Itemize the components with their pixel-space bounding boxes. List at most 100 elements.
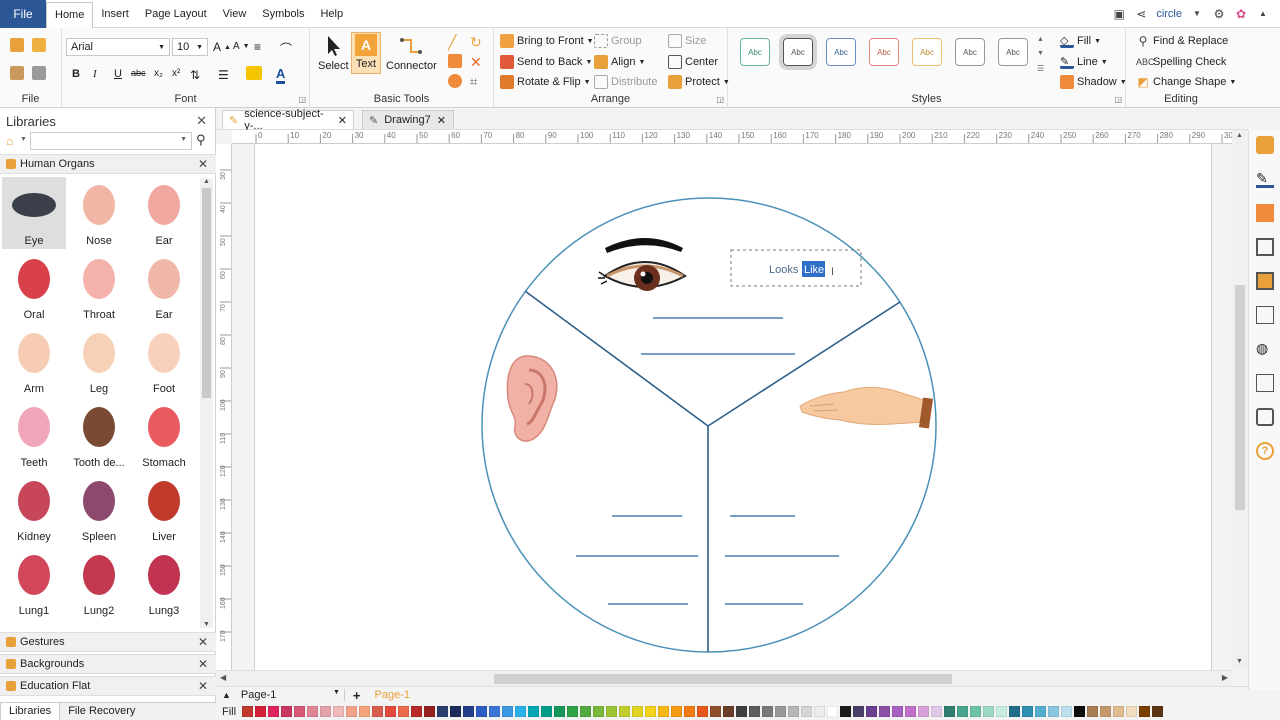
change-shape-button[interactable]: ◩ Change Shape ▼ bbox=[1136, 75, 1236, 89]
color-swatch[interactable] bbox=[775, 706, 787, 717]
color-swatch[interactable] bbox=[801, 706, 813, 717]
style-preset-2[interactable]: Abc bbox=[779, 34, 817, 70]
line-tool-icon[interactable]: ╱ bbox=[448, 34, 456, 51]
color-swatch[interactable] bbox=[1139, 706, 1151, 717]
rotate-flip-button[interactable]: Rotate & Flip ▼ bbox=[500, 75, 591, 89]
style-preset-7[interactable]: Abc bbox=[998, 38, 1028, 66]
library-shape[interactable]: Nose bbox=[67, 177, 131, 249]
category-human-organs[interactable]: Human Organs ✕ bbox=[0, 154, 216, 174]
color-swatch[interactable] bbox=[242, 706, 254, 717]
color-swatch[interactable] bbox=[424, 706, 436, 717]
menu-insert[interactable]: Insert bbox=[93, 0, 137, 28]
color-swatch[interactable] bbox=[853, 706, 865, 717]
color-swatch[interactable] bbox=[723, 706, 735, 717]
library-shape[interactable]: Ear bbox=[132, 251, 196, 323]
drawing-page[interactable]: Looks Like I bbox=[254, 144, 1212, 670]
color-swatch[interactable] bbox=[931, 706, 943, 717]
tab-file-recovery[interactable]: File Recovery bbox=[60, 703, 143, 720]
collapse-ribbon-icon[interactable]: ▲ bbox=[1256, 7, 1270, 21]
color-swatch[interactable] bbox=[697, 706, 709, 717]
attachment-panel-icon[interactable] bbox=[1256, 374, 1274, 392]
crop-tool-icon[interactable]: ✕ bbox=[470, 54, 482, 71]
style-preset-3[interactable]: Abc bbox=[826, 38, 856, 66]
styles-more-icon[interactable]: ☰ bbox=[1037, 64, 1044, 73]
color-swatch[interactable] bbox=[580, 706, 592, 717]
color-swatch[interactable] bbox=[710, 706, 722, 717]
menu-home[interactable]: Home bbox=[46, 1, 94, 28]
shadow-button[interactable]: Shadow ▼ bbox=[1060, 75, 1127, 89]
library-shape[interactable]: Throat bbox=[67, 251, 131, 323]
color-swatch[interactable] bbox=[1126, 706, 1138, 717]
increase-font-icon[interactable]: A ▲ bbox=[213, 40, 231, 54]
color-swatch[interactable] bbox=[827, 706, 839, 717]
indent-icon[interactable]: ⇅ bbox=[190, 68, 200, 82]
color-swatch[interactable] bbox=[528, 706, 540, 717]
color-swatch[interactable] bbox=[320, 706, 332, 717]
category-backgrounds[interactable]: Backgrounds ✕ bbox=[0, 654, 216, 674]
close-icon[interactable]: ✕ bbox=[437, 114, 446, 127]
align-button[interactable]: Align ▼ bbox=[594, 55, 645, 69]
share-icon[interactable]: ⋖ bbox=[1134, 7, 1148, 21]
library-shape[interactable]: Eye bbox=[2, 177, 66, 249]
add-page-button[interactable]: + bbox=[345, 688, 369, 703]
color-swatch[interactable] bbox=[281, 706, 293, 717]
bring-to-front-button[interactable]: Bring to Front ▼ bbox=[500, 34, 594, 48]
strikethrough-button[interactable]: abc bbox=[131, 68, 146, 78]
color-swatch[interactable] bbox=[463, 706, 475, 717]
library-shape[interactable]: Spleen bbox=[67, 473, 131, 545]
menu-view[interactable]: View bbox=[215, 0, 255, 28]
superscript-button[interactable]: x² bbox=[172, 68, 180, 79]
scroll-left-icon[interactable]: ◀ bbox=[220, 673, 226, 682]
file-menu-button[interactable]: File bbox=[0, 0, 46, 28]
line-spacing-icon[interactable]: ⌒ bbox=[280, 40, 292, 57]
dialog-launcher-icon[interactable]: ◲ bbox=[716, 95, 724, 104]
library-shape[interactable]: Teeth bbox=[2, 399, 66, 471]
collapse-icon[interactable]: ▲ bbox=[216, 690, 237, 700]
font-name-select[interactable]: Arial ▼ bbox=[66, 38, 170, 56]
search-icon[interactable]: ⚲ bbox=[196, 132, 206, 148]
color-swatch[interactable] bbox=[788, 706, 800, 717]
close-icon[interactable]: ✕ bbox=[198, 635, 208, 649]
style-preset-4[interactable]: Abc bbox=[869, 38, 899, 66]
color-swatch[interactable] bbox=[619, 706, 631, 717]
canvas-area[interactable]: Looks Like I bbox=[232, 144, 1232, 670]
color-swatch[interactable] bbox=[905, 706, 917, 717]
styles-scroll-down-icon[interactable]: ▼ bbox=[1037, 50, 1044, 57]
vertical-scrollbar[interactable]: ▲ ▼ bbox=[1232, 130, 1248, 670]
color-swatch[interactable] bbox=[411, 706, 423, 717]
style-preset-5[interactable]: Abc bbox=[912, 38, 942, 66]
library-shape[interactable]: Lung2 bbox=[67, 547, 131, 619]
close-icon[interactable]: ✕ bbox=[198, 157, 208, 171]
style-preset-1[interactable]: Abc bbox=[740, 38, 770, 66]
library-shape[interactable]: Arm bbox=[2, 325, 66, 397]
color-swatch[interactable] bbox=[333, 706, 345, 717]
protect-button[interactable]: Protect ▼ bbox=[668, 75, 730, 89]
page-tab-page-1[interactable]: Page-1 bbox=[369, 689, 416, 701]
send-to-back-button[interactable]: Send to Back ▼ bbox=[500, 55, 592, 69]
align-text-icon[interactable]: ≡ bbox=[254, 40, 261, 54]
color-swatch[interactable] bbox=[1022, 706, 1034, 717]
color-swatch[interactable] bbox=[294, 706, 306, 717]
underline-button[interactable]: U bbox=[114, 68, 122, 80]
color-swatch[interactable] bbox=[736, 706, 748, 717]
color-swatch[interactable] bbox=[684, 706, 696, 717]
color-swatch[interactable] bbox=[1074, 706, 1086, 717]
highlight-color-icon[interactable] bbox=[246, 66, 262, 80]
tab-libraries[interactable]: Libraries bbox=[0, 703, 61, 720]
paste-special-icon[interactable] bbox=[32, 66, 46, 80]
color-swatch[interactable] bbox=[645, 706, 657, 717]
color-swatch[interactable] bbox=[658, 706, 670, 717]
text-tool-button[interactable]: A Text bbox=[351, 32, 381, 74]
distribute-button[interactable]: Distribute bbox=[594, 75, 657, 89]
globe-icon[interactable]: ◍ bbox=[1256, 340, 1274, 358]
color-swatch[interactable] bbox=[957, 706, 969, 717]
color-swatch[interactable] bbox=[1113, 706, 1125, 717]
color-swatch[interactable] bbox=[476, 706, 488, 717]
color-swatch[interactable] bbox=[489, 706, 501, 717]
menu-page-layout[interactable]: Page Layout bbox=[137, 0, 215, 28]
color-swatch[interactable] bbox=[502, 706, 514, 717]
color-swatch[interactable] bbox=[437, 706, 449, 717]
paste-icon[interactable] bbox=[10, 66, 24, 80]
close-icon[interactable]: ✕ bbox=[198, 657, 208, 671]
chevron-down-icon[interactable]: ▼ bbox=[20, 136, 27, 143]
